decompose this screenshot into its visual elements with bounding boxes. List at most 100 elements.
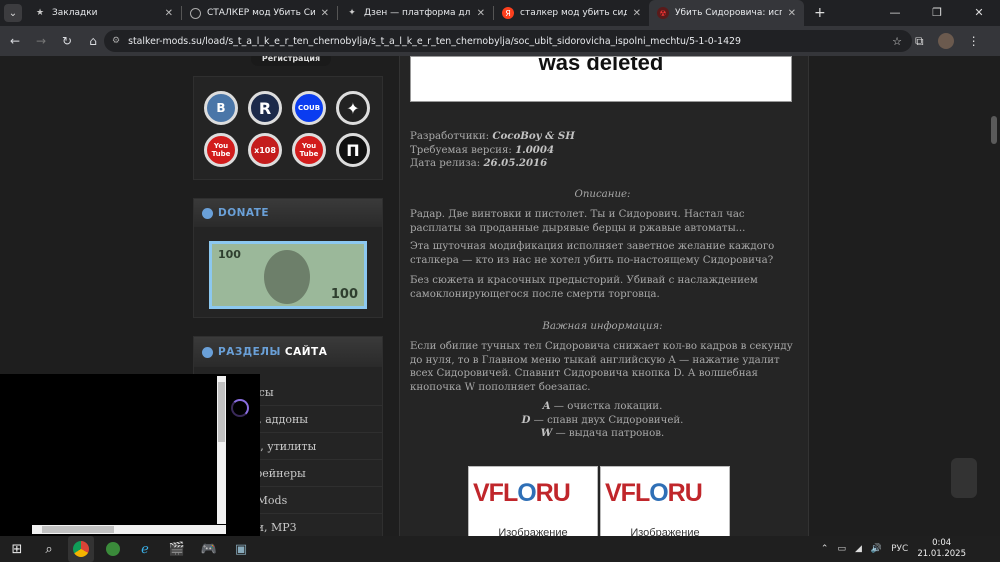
keys-list: A — очистка локации. D — спавн двух Сидо…	[410, 400, 795, 441]
yandex-icon: Я	[502, 7, 514, 19]
mod-info: Разработчики: CocoBoy & SH Требуемая вер…	[410, 130, 795, 171]
page-viewport: B R COUB ✦ You Tube x108 You Tube П Реги…	[0, 56, 1000, 536]
close-icon[interactable]: ✕	[788, 8, 796, 19]
tab-title: Дзен — платформа для прос	[364, 8, 471, 18]
language-indicator[interactable]: РУС	[891, 544, 908, 554]
developer-line: Разработчики: CocoBoy & SH	[410, 130, 795, 144]
scroll-thumb[interactable]	[42, 526, 114, 533]
maximize-icon[interactable]: ❐	[916, 0, 958, 26]
horizontal-scrollbar[interactable]	[32, 525, 226, 534]
minimize-icon[interactable]: —	[874, 0, 916, 26]
developer-label: Разработчики:	[410, 131, 490, 142]
clapper-icon[interactable]: 🎬	[164, 536, 190, 562]
donate-banknote-image[interactable]: 100 100	[209, 241, 367, 309]
sections-header: РАЗДЕЛЫ САЙТА	[194, 337, 382, 367]
bill-value-top: 100	[218, 248, 241, 261]
social-panel: B R COUB ✦ You Tube x108 You Tube П	[193, 76, 383, 180]
close-icon[interactable]: ✕	[165, 8, 173, 19]
rutube-button[interactable]: R	[248, 91, 282, 125]
close-icon[interactable]: ✕	[633, 8, 641, 19]
youtube-button-2[interactable]: You Tube	[292, 133, 326, 167]
deleted-image: was deleted	[410, 56, 792, 102]
youtube-button[interactable]: You Tube	[204, 133, 238, 167]
star-network-button[interactable]: ✦	[336, 91, 370, 125]
release-label: Дата релиза:	[410, 158, 481, 169]
key-line-a: A — очистка локации.	[410, 400, 795, 414]
close-window-icon[interactable]: ✕	[958, 0, 1000, 26]
volume-icon[interactable]: 🔊	[871, 544, 882, 554]
vfl-image-1[interactable]: VFLORU Изображение	[468, 466, 598, 536]
gamepad-icon[interactable]: 🎮	[196, 536, 222, 562]
network-icon[interactable]: ◢	[855, 544, 862, 554]
register-button[interactable]: Регистрация	[251, 56, 331, 66]
radiation-icon	[202, 346, 213, 358]
new-tab-button[interactable]: +	[814, 5, 826, 21]
vfl-logo: VFLORU	[473, 479, 571, 508]
vfl-image-2[interactable]: VFLORU Изображение	[600, 466, 730, 536]
menu-icon[interactable]: ⋮	[968, 34, 980, 48]
tab-stalker-mod[interactable]: СТАЛКЕР мод Убить Сидорови ✕	[182, 0, 337, 26]
vfl-logo-b: RU	[667, 479, 703, 507]
search-icon[interactable]: ⌕	[36, 536, 62, 562]
release-value: 26.05.2016	[483, 157, 548, 169]
site-info-icon[interactable]: ⚙	[112, 36, 120, 46]
donate-header: DONATE	[194, 199, 382, 227]
tab-yandex-search[interactable]: Я сталкер мод убить сидорови ✕	[494, 0, 649, 26]
extensions-icon[interactable]: ⧉	[915, 34, 924, 49]
chevron-up-icon[interactable]: ⌃	[821, 544, 829, 554]
browser-toolbar: ← → ↻ ⌂ ⚙ stalker-mods.su/load/s_t_a_l_k…	[0, 26, 1000, 56]
bookmark-star-icon[interactable]: ☆	[892, 35, 902, 48]
clock[interactable]: 0:04 21.01.2025	[917, 538, 966, 560]
avatar[interactable]	[937, 33, 954, 49]
tab-title: СТАЛКЕР мод Убить Сидорови	[207, 8, 315, 18]
info-paragraph: Если обилие тучных тел Сидоровича снижае…	[410, 341, 793, 393]
page-scrollbar[interactable]	[988, 56, 1000, 536]
reload-icon[interactable]: ↻	[54, 34, 80, 48]
key-w: W	[540, 427, 553, 439]
star-icon: ★	[35, 8, 45, 18]
tab-search-button[interactable]: ⌄	[4, 4, 22, 22]
key-d-text: — спавн двух Сидоровичей.	[530, 414, 684, 426]
main-content: was deleted Разработчики: CocoBoy & SH Т…	[399, 56, 809, 536]
donate-title: DONATE	[218, 207, 270, 219]
app-icon-green[interactable]	[100, 536, 126, 562]
forward-icon[interactable]: →	[28, 34, 54, 48]
key-a: A	[542, 400, 551, 412]
taskbar: ⊞ ⌕ ℯ 🎬 🎮 ▣ ⌃ ▭ ◢ 🔊 РУС 0:04 21.01.2025	[0, 536, 1000, 562]
x108-button[interactable]: x108	[248, 133, 282, 167]
home-icon[interactable]: ⌂	[80, 34, 106, 48]
radiation-icon	[202, 207, 213, 219]
battery-icon[interactable]: ▭	[837, 544, 846, 554]
tab-title: Убить Сидоровича: исполни м	[675, 8, 782, 18]
app-icon-window[interactable]: ▣	[228, 536, 254, 562]
vfl-logo: VFLORU	[605, 479, 703, 508]
edge-icon[interactable]: ℯ	[132, 536, 158, 562]
p-network-button[interactable]: П	[336, 133, 370, 167]
clock-date: 21.01.2025	[917, 549, 966, 559]
close-icon[interactable]: ✕	[321, 8, 329, 19]
key-line-w: W — выдача патронов.	[410, 427, 795, 441]
tab-dzen[interactable]: ✦ Дзен — платформа для прос ✕	[338, 0, 493, 26]
vfl-caption: Изображение	[630, 527, 700, 536]
address-bar[interactable]: ⚙ stalker-mods.su/load/s_t_a_l_k_e_r_ten…	[104, 30, 912, 52]
back-icon[interactable]: ←	[2, 34, 28, 48]
vfl-logo-a: VFL	[473, 479, 518, 507]
page-scroll-thumb[interactable]	[991, 116, 997, 144]
vfl-logo-b: RU	[535, 479, 571, 507]
tab-bookmarks[interactable]: ★ Закладки ✕	[26, 0, 181, 26]
video-overlay-window[interactable]	[0, 374, 260, 536]
clock-time: 0:04	[932, 538, 952, 548]
scroll-thumb[interactable]	[218, 382, 225, 442]
scroll-to-top-button[interactable]	[951, 458, 977, 498]
coub-button[interactable]: COUB	[292, 91, 326, 125]
vertical-scrollbar[interactable]	[217, 376, 226, 524]
windows-start-icon[interactable]: ⊞	[4, 536, 30, 562]
vfl-caption: Изображение	[498, 527, 568, 536]
deleted-text: was deleted	[538, 56, 664, 75]
chrome-icon[interactable]	[68, 536, 94, 562]
version-value: 1.0004	[515, 143, 555, 156]
description-p3: Без сюжета и красочных предысторий. Убив…	[410, 275, 758, 300]
vk-button[interactable]: B	[204, 91, 238, 125]
tab-ubit-sidorovicha[interactable]: ☢ Убить Сидоровича: исполни м ✕	[649, 0, 804, 26]
close-icon[interactable]: ✕	[477, 8, 485, 19]
